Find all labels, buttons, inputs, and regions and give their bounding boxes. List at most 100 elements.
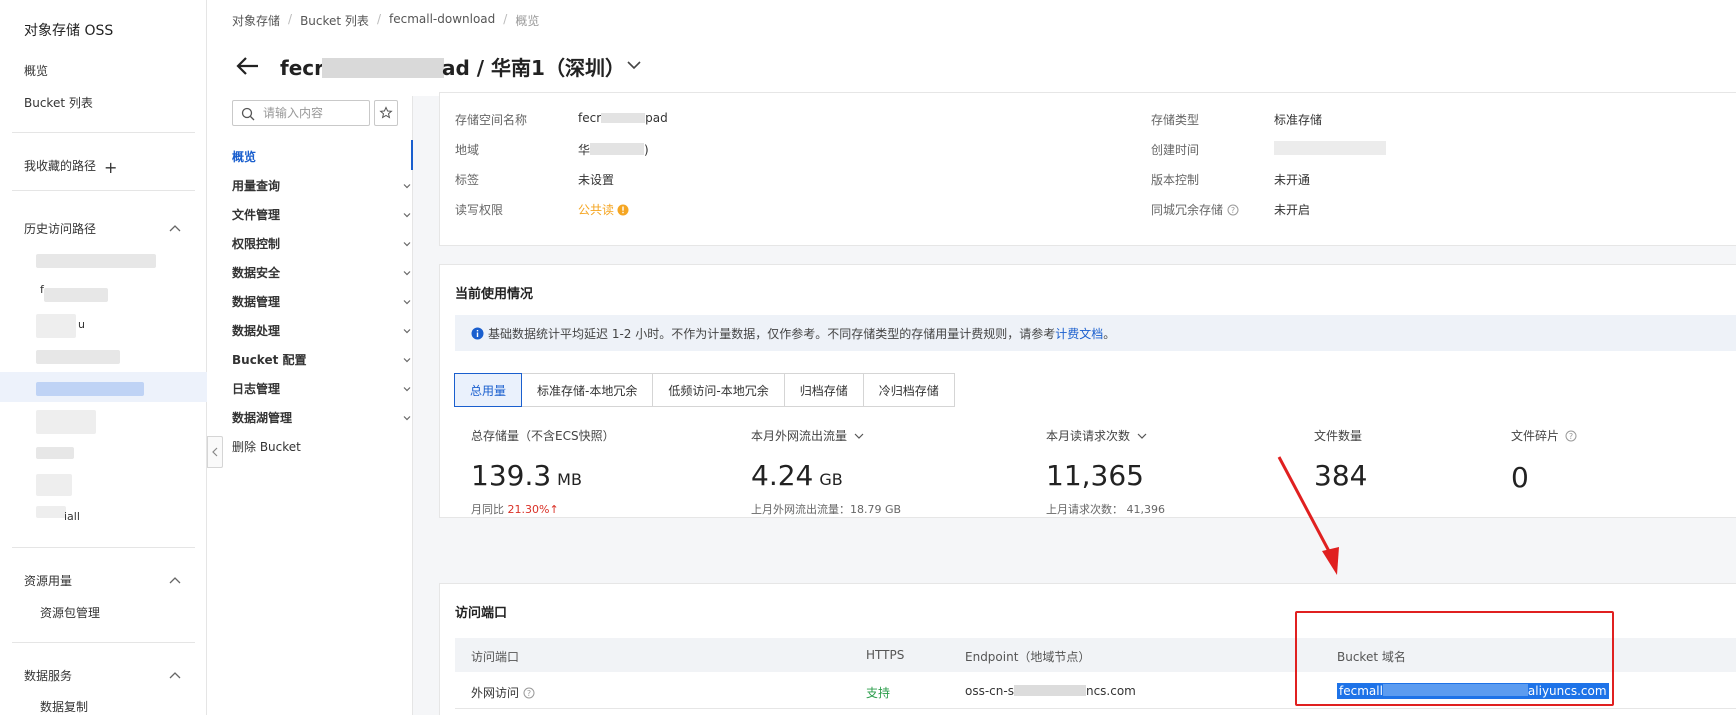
metric-sub-traffic: 上月外网流出流量：18.79 GB [751, 503, 902, 516]
svg-text:?: ? [1231, 206, 1235, 215]
nav-item-label: Bucket 配置 [232, 353, 307, 367]
nav-item-label: 数据管理 [232, 295, 281, 309]
breadcrumb-item[interactable]: 对象存储 [232, 12, 280, 29]
usage-title: 当前使用情况 [455, 287, 534, 302]
search-input[interactable] [263, 105, 363, 121]
chevron-down-icon [403, 299, 411, 304]
sidebar-item-overview[interactable]: 概览 [24, 62, 48, 79]
acl-value: 公共读 [578, 201, 629, 218]
tags-value: 未设置 [578, 173, 615, 187]
collapse-sidebar-button[interactable] [207, 436, 223, 468]
history-path-item[interactable] [36, 350, 120, 364]
nav-item-files[interactable]: 文件管理 [232, 206, 412, 223]
tab-cold-archive[interactable]: 冷归档存储 [862, 373, 955, 407]
history-path-item[interactable] [36, 254, 156, 268]
bucket-nav: 概览 用量查询 文件管理 权限控制 数据安全 数据管理 数据处理 Bucket … [207, 96, 413, 715]
nav-search[interactable] [232, 100, 370, 126]
metric-label: 文件数量 [1314, 429, 1363, 443]
info-label: 版本控制 [1151, 173, 1200, 187]
metric-label-fragments: 文件碎片? [1511, 427, 1577, 444]
tab-archive[interactable]: 归档存储 [783, 373, 864, 407]
history-path-item[interactable]: iall [64, 510, 80, 523]
tab-total[interactable]: 总用量 [454, 373, 523, 407]
chevron-up-icon[interactable] [168, 669, 182, 683]
history-path-item[interactable]: u [78, 318, 85, 331]
svg-text:?: ? [527, 689, 531, 698]
chevron-down-icon [403, 212, 411, 217]
nav-item-security[interactable]: 数据安全 [232, 264, 412, 281]
region-prefix: 华 [578, 143, 591, 157]
port-cell: 外网访问 ? [471, 684, 535, 701]
metric-value-traffic: 4.24 GB [751, 459, 843, 492]
chevron-down-icon [854, 433, 864, 439]
metric-value-storage: 139.3 MB [471, 459, 582, 492]
nav-item-delete-bucket[interactable]: 删除 Bucket [232, 438, 412, 455]
nav-item-data-mgmt[interactable]: 数据管理 [232, 293, 412, 310]
sidebar-item-history[interactable]: 历史访问路径 [24, 220, 96, 237]
region-suffix: ) [644, 143, 649, 157]
sidebar-item-bucket-list[interactable]: Bucket 列表 [24, 94, 93, 111]
breadcrumb-item[interactable]: Bucket 列表 [300, 12, 369, 29]
notice-end: 。 [1103, 326, 1116, 341]
bucket-name-value: fecr pad [578, 111, 668, 125]
chevron-down-icon [1137, 433, 1147, 439]
nav-item-label: 用量查询 [232, 179, 281, 193]
metric-label-requests[interactable]: 本月读请求次数 [1046, 427, 1148, 444]
billing-doc-link[interactable]: 计费文档 [1055, 325, 1103, 342]
breadcrumb-item[interactable]: fecmall-download [389, 12, 495, 29]
info-label: 创建时间 [1151, 143, 1200, 157]
notice-text: 基础数据统计平均延迟 1-2 小时。不作为计量数据，仅作参考。不同存储类型的存储… [488, 326, 1056, 341]
breadcrumb-separator: / [288, 12, 293, 26]
tab-ia[interactable]: 低频访问-本地冗余 [652, 373, 785, 407]
history-path-item[interactable] [44, 288, 108, 302]
history-path-item[interactable] [36, 410, 96, 434]
history-path-item[interactable] [36, 314, 76, 338]
history-path-item[interactable] [36, 474, 72, 496]
history-path-item[interactable] [36, 382, 144, 396]
sidebar-item-data-services[interactable]: 数据服务 [24, 667, 72, 684]
page-title: fecr ad / 华南1（深圳） [280, 52, 625, 81]
chevron-down-icon[interactable] [625, 56, 643, 74]
nav-item-label: 删除 Bucket [232, 440, 301, 454]
sidebar-item-data-replication[interactable]: 数据复制 [40, 698, 88, 715]
nav-item-logs[interactable]: 日志管理 [232, 380, 412, 397]
metric-label-traffic[interactable]: 本月外网流出流量 [751, 427, 865, 444]
access-title: 访问端口 [455, 606, 508, 621]
main-sidebar: 对象存储 OSS 概览 Bucket 列表 我收藏的路径 + 历史访问路径 f … [0, 0, 207, 715]
nav-item-label: 数据处理 [232, 324, 281, 338]
back-arrow-icon[interactable] [234, 52, 262, 80]
nav-item-data-lake[interactable]: 数据湖管理 [232, 409, 412, 426]
metric-value-fragments: 0 [1511, 461, 1529, 494]
column-header: Endpoint（地域节点） [965, 650, 1091, 664]
chevron-up-icon[interactable] [168, 222, 182, 236]
sidebar-item-resources[interactable]: 资源用量 [24, 572, 72, 589]
help-icon[interactable]: ? [1227, 204, 1239, 216]
nav-item-permissions[interactable]: 权限控制 [232, 235, 412, 252]
chevron-up-icon[interactable] [168, 574, 182, 588]
sidebar-divider [12, 132, 195, 133]
metric-label: 本月读请求次数 [1046, 429, 1131, 443]
chevron-down-icon [403, 328, 411, 333]
nav-item-bucket-config[interactable]: Bucket 配置 [232, 351, 412, 368]
zrs-label: 同城冗余存储 ? [1151, 201, 1239, 218]
favorite-button[interactable] [374, 100, 398, 126]
help-icon[interactable]: ? [1565, 430, 1577, 442]
sidebar-item-favorites[interactable]: 我收藏的路径 [24, 157, 96, 174]
https-cell: 支持 [866, 686, 891, 700]
nav-item-processing[interactable]: 数据处理 [232, 322, 412, 339]
history-path-item[interactable] [36, 447, 74, 459]
nav-item-usage[interactable]: 用量查询 [232, 177, 412, 194]
warning-icon[interactable] [617, 204, 629, 216]
metric-number: 4.24 [751, 459, 814, 492]
nav-item-label: 数据湖管理 [232, 411, 293, 425]
tab-standard[interactable]: 标准存储-本地冗余 [521, 373, 654, 407]
add-favorite-icon[interactable]: + [104, 158, 117, 177]
bucket-name-prefix: fecr [578, 111, 602, 125]
sidebar-item-resource-pkg[interactable]: 资源包管理 [40, 604, 100, 621]
nav-item-overview[interactable]: 概览 [232, 148, 412, 165]
sidebar-divider [12, 190, 195, 191]
sidebar-divider [12, 642, 195, 643]
help-icon[interactable]: ? [523, 687, 535, 699]
history-path-item[interactable] [36, 506, 66, 518]
endpoint-cell[interactable]: oss-cn-s ncs.com [965, 684, 1136, 698]
